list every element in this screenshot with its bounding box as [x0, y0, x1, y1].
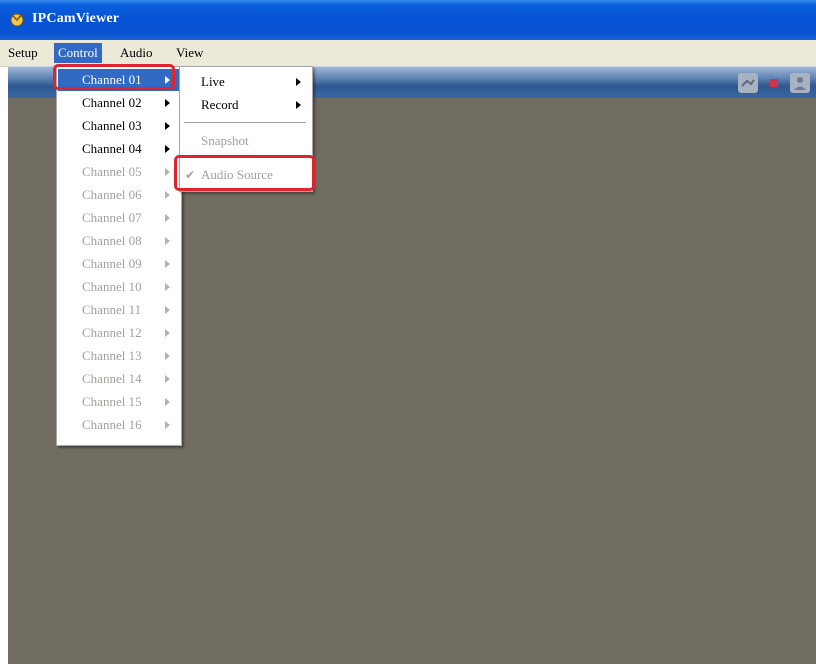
window-title: IPCamViewer	[32, 11, 120, 26]
submenu-item-live[interactable]: Live	[181, 71, 311, 93]
chevron-right-icon	[165, 283, 170, 291]
user-icon[interactable]	[790, 73, 810, 93]
submenu-item-snapshot: Snapshot	[201, 133, 249, 148]
stop-icon[interactable]	[764, 73, 784, 93]
chevron-right-icon	[165, 191, 170, 199]
mic-icon[interactable]	[738, 73, 758, 93]
menu-item-channel-08: Channel 08	[58, 230, 180, 252]
chevron-right-icon	[165, 145, 170, 153]
menu-item-channel-03[interactable]: Channel 03	[58, 115, 180, 137]
chevron-right-icon	[165, 306, 170, 314]
menu-item-channel-15: Channel 15	[58, 391, 180, 413]
control-menu-dropdown: Channel 01 Channel 02 Channel 03 Channel…	[56, 66, 182, 446]
menu-item-channel-11: Channel 11	[58, 299, 180, 321]
chevron-right-icon	[165, 260, 170, 268]
menu-item-channel-07: Channel 07	[58, 207, 180, 229]
annotation-highlight-audio-source	[174, 155, 315, 191]
annotation-highlight-channel-01	[53, 64, 175, 90]
chevron-right-icon	[165, 329, 170, 337]
chevron-right-icon	[165, 122, 170, 130]
chevron-right-icon	[296, 101, 301, 109]
chevron-right-icon	[165, 214, 170, 222]
menu-bar: Setup Control Audio View	[0, 40, 816, 67]
menu-view[interactable]: View	[172, 43, 207, 63]
chevron-right-icon	[165, 99, 170, 107]
menu-item-channel-12: Channel 12	[58, 322, 180, 344]
menu-item-channel-04[interactable]: Channel 04	[58, 138, 180, 160]
menu-separator	[184, 122, 306, 123]
chevron-right-icon	[165, 421, 170, 429]
chevron-right-icon	[165, 398, 170, 406]
menu-control[interactable]: Control	[54, 43, 102, 63]
chevron-right-icon	[165, 375, 170, 383]
menu-setup[interactable]: Setup	[4, 43, 42, 63]
title-bar: IPCamViewer	[0, 0, 816, 40]
chevron-right-icon	[165, 168, 170, 176]
chevron-right-icon	[296, 78, 301, 86]
menu-item-channel-13: Channel 13	[58, 345, 180, 367]
menu-item-channel-14: Channel 14	[58, 368, 180, 390]
app-icon	[10, 13, 24, 27]
submenu-item-record[interactable]: Record	[181, 94, 311, 116]
menu-item-channel-16: Channel 16	[58, 414, 180, 436]
menu-item-channel-09: Channel 09	[58, 253, 180, 275]
menu-item-channel-10: Channel 10	[58, 276, 180, 298]
chevron-right-icon	[165, 352, 170, 360]
menu-item-channel-02[interactable]: Channel 02	[58, 92, 180, 114]
chevron-right-icon	[165, 237, 170, 245]
menu-item-channel-06: Channel 06	[58, 184, 180, 206]
menu-item-channel-05: Channel 05	[58, 161, 180, 183]
menu-audio[interactable]: Audio	[116, 43, 157, 63]
